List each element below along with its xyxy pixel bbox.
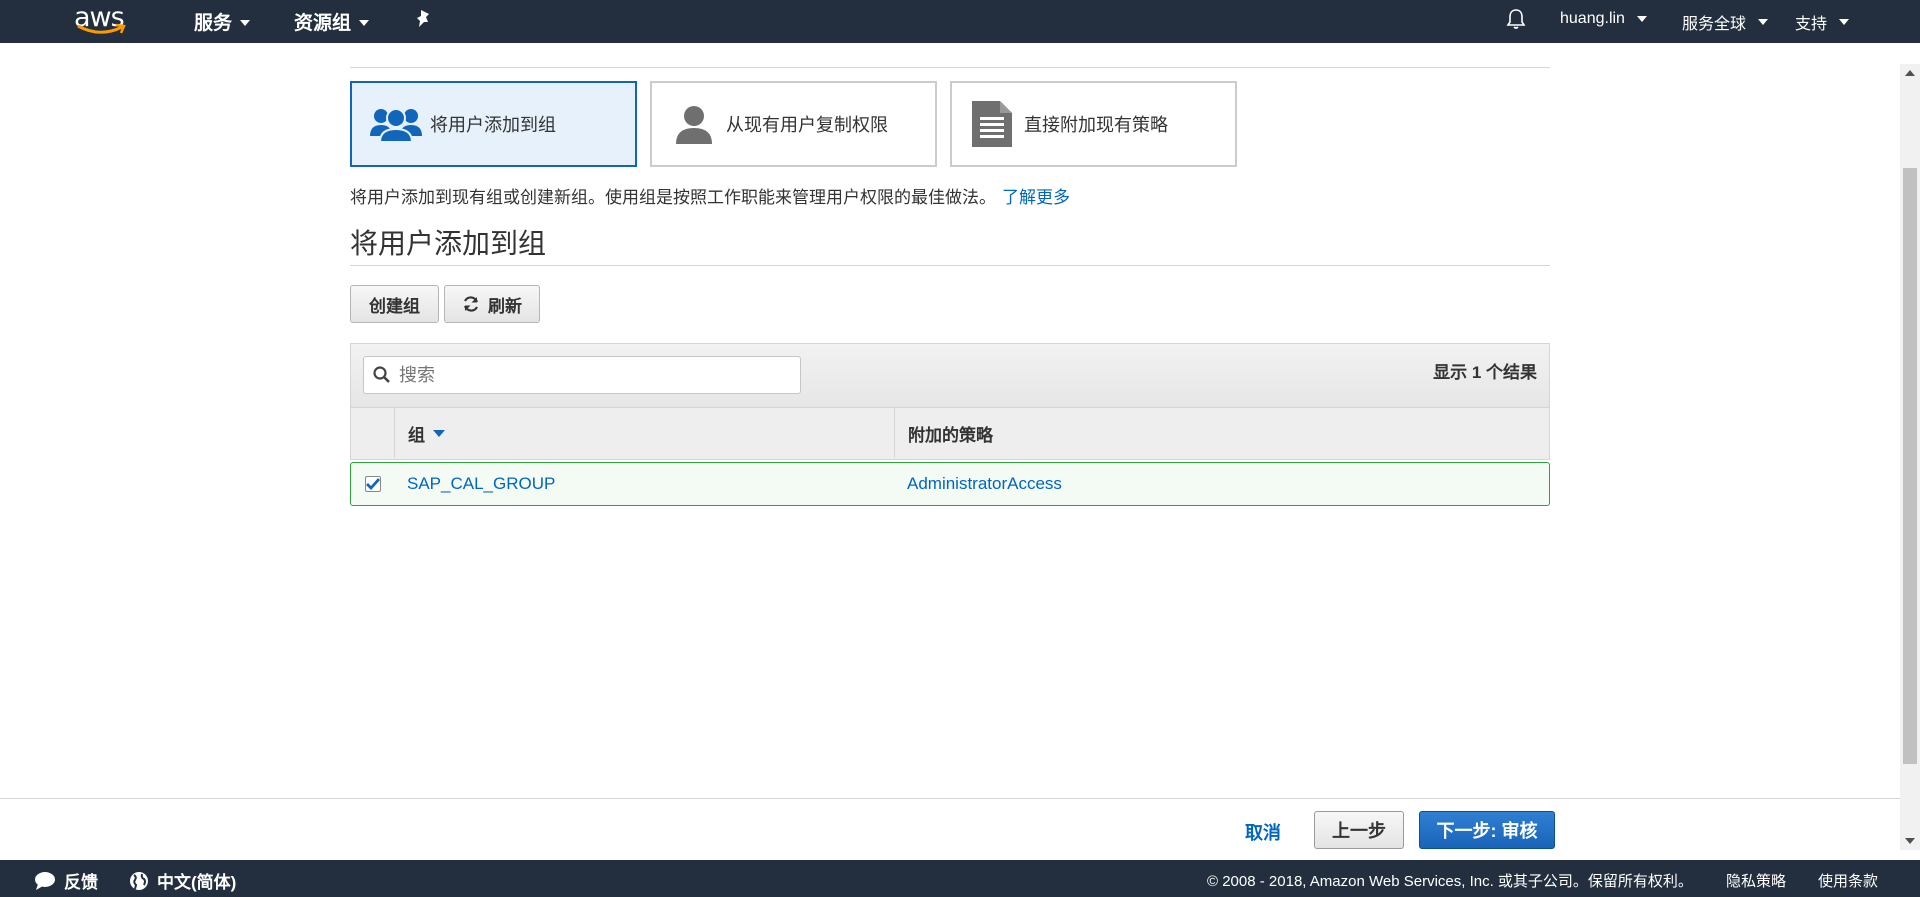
table-toolbar: 显示 1 个结果: [350, 343, 1550, 408]
users-group-icon: [370, 108, 422, 143]
chevron-down-icon: [1636, 16, 1647, 22]
scroll-up-arrow-icon[interactable]: [1905, 70, 1915, 76]
pin-button[interactable]: [415, 9, 433, 29]
services-menu-label: 服务: [194, 13, 233, 34]
section-title: 将用户添加到组: [350, 228, 547, 259]
region-menu[interactable]: 服务全球: [1682, 10, 1769, 34]
support-menu[interactable]: 支持: [1795, 10, 1850, 34]
wizard-action-bar: 取消 上一步 下一步: 审核: [0, 798, 1900, 861]
bell-icon: [1506, 9, 1526, 29]
feedback-button[interactable]: 反馈: [34, 868, 98, 893]
option-add-to-group[interactable]: 将用户添加到组: [350, 81, 637, 167]
refresh-icon: [463, 296, 479, 312]
user-menu[interactable]: huang.lin: [1560, 10, 1647, 28]
chevron-down-icon: [240, 19, 251, 26]
user-icon: [676, 106, 712, 144]
support-label: 支持: [1795, 16, 1828, 33]
result-count: 显示 1 个结果: [1433, 363, 1537, 382]
option-copy-permissions[interactable]: 从现有用户复制权限: [650, 81, 937, 167]
table-header: 组 附加的策略: [350, 408, 1550, 460]
scroll-down-arrow-icon[interactable]: [1905, 838, 1915, 844]
table-row[interactable]: SAP_CAL_GROUP AdministratorAccess: [350, 462, 1550, 506]
description-text: 将用户添加到现有组或创建新组。使用组是按照工作职能来管理用户权限的最佳做法。: [350, 188, 996, 207]
option-label: 从现有用户复制权限: [726, 115, 888, 135]
language-selector[interactable]: 中文(简体): [129, 868, 236, 893]
divider: [350, 265, 1550, 266]
page-scrollbar[interactable]: [1900, 64, 1920, 850]
policy-link[interactable]: AdministratorAccess: [907, 463, 1062, 505]
resource-groups-label: 资源组: [294, 13, 352, 34]
region-label: 服务全球: [1682, 16, 1747, 33]
row-checkbox[interactable]: [365, 476, 381, 492]
resource-groups-menu[interactable]: 资源组: [294, 8, 370, 35]
terms-of-use-link[interactable]: 使用条款: [1818, 870, 1878, 891]
search-icon: [373, 366, 390, 383]
language-label: 中文(简体): [157, 873, 237, 892]
create-group-label: 创建组: [369, 296, 420, 316]
create-group-button[interactable]: 创建组: [350, 285, 439, 323]
option-attach-policies[interactable]: 直接附加现有策略: [950, 81, 1237, 167]
group-column-header[interactable]: 组: [408, 408, 445, 458]
group-column-label: 组: [408, 425, 425, 445]
document-icon: [972, 101, 1012, 147]
search-box[interactable]: [363, 356, 801, 394]
feedback-label: 反馈: [64, 873, 98, 892]
speech-bubble-icon: [35, 871, 55, 890]
option-label: 将用户添加到组: [430, 115, 556, 135]
notifications-button[interactable]: [1506, 8, 1526, 30]
divider: [350, 67, 1550, 68]
policies-column-header[interactable]: 附加的策略: [908, 408, 993, 458]
policies-column-label: 附加的策略: [908, 425, 993, 445]
aws-logo[interactable]: aws: [74, 2, 128, 38]
description: 将用户添加到现有组或创建新组。使用组是按照工作职能来管理用户权限的最佳做法。 了解…: [350, 183, 1070, 208]
row-select-cell: [365, 463, 381, 505]
chevron-down-icon: [1758, 19, 1769, 25]
top-navigation-bar: aws 服务 资源组 huang.lin 服务全球 支持: [0, 0, 1920, 43]
select-column-header: [351, 408, 395, 458]
groups-table: 显示 1 个结果 组 附加的策略 SAP_CAL_GROUP Administr…: [350, 343, 1550, 506]
sort-descending-icon: [433, 429, 445, 437]
next-review-button[interactable]: 下一步: 审核: [1419, 811, 1555, 849]
column-divider: [894, 408, 895, 458]
aws-smile-icon: [77, 23, 126, 34]
group-name-link[interactable]: SAP_CAL_GROUP: [407, 463, 555, 505]
chevron-down-icon: [1839, 19, 1850, 25]
chevron-down-icon: [359, 19, 370, 26]
refresh-button[interactable]: 刷新: [444, 285, 540, 323]
checkmark-icon: [366, 478, 380, 490]
footer: 反馈 中文(简体) © 2008 - 2018, Amazon Web Serv…: [0, 860, 1920, 897]
globe-icon: [130, 871, 148, 890]
copyright-text: © 2008 - 2018, Amazon Web Services, Inc.…: [1207, 873, 1693, 890]
user-name: huang.lin: [1560, 10, 1625, 27]
pin-icon: [417, 10, 429, 27]
learn-more-link[interactable]: 了解更多: [1002, 188, 1070, 207]
privacy-policy-link[interactable]: 隐私策略: [1726, 870, 1786, 891]
services-menu[interactable]: 服务: [194, 8, 251, 35]
option-label: 直接附加现有策略: [1024, 115, 1168, 135]
cancel-button[interactable]: 取消: [1245, 819, 1281, 845]
refresh-label: 刷新: [488, 296, 522, 316]
search-input[interactable]: [397, 363, 781, 387]
scrollbar-thumb[interactable]: [1903, 168, 1917, 764]
previous-button[interactable]: 上一步: [1314, 811, 1404, 849]
